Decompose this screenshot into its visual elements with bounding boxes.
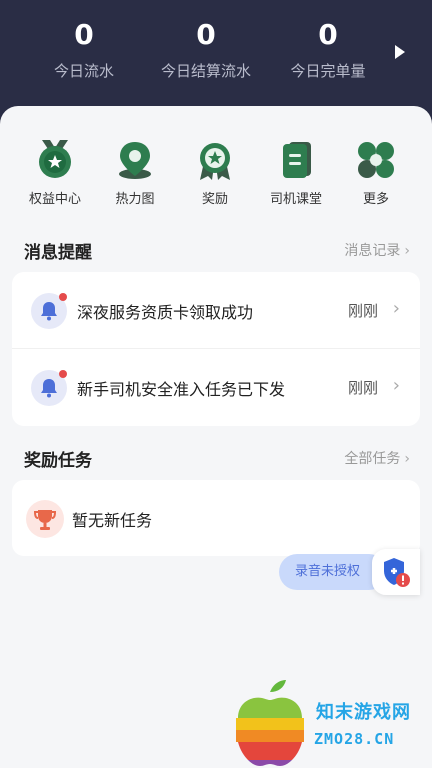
play-arrow-icon[interactable]: [395, 45, 405, 59]
chevron-right-icon: ›: [404, 243, 410, 259]
message-item[interactable]: 新手司机安全准入任务已下发 刚刚 ›: [12, 349, 420, 426]
chevron-right-icon: ›: [392, 298, 400, 319]
safety-shield-button[interactable]: [372, 549, 420, 595]
quick-item-heatmap[interactable]: 热力图: [95, 140, 175, 207]
stat-today-revenue[interactable]: 0 今日流水: [14, 18, 154, 81]
stat-today-orders[interactable]: 0 今日完单量: [258, 18, 398, 81]
quick-item-rewards[interactable]: 奖励: [175, 140, 255, 207]
message-text: 深夜服务资质卡领取成功: [77, 303, 254, 322]
stat-label: 今日完单量: [290, 62, 366, 80]
quick-item-label: 权益中心: [28, 192, 81, 207]
message-history-label: 消息记录: [344, 243, 401, 259]
messages-card: 深夜服务资质卡领取成功 刚刚 › 新手司机安全准入任务已下发 刚刚 ›: [12, 272, 420, 426]
chevron-right-icon: ›: [392, 375, 400, 396]
tasks-card: 暂无新任务: [12, 480, 420, 556]
map-pin-icon: [114, 140, 156, 180]
message-history-link[interactable]: 消息记录 ›: [344, 240, 410, 260]
main-sheet: 权益中心 热力图 奖励 司机课堂 更多 消息提醒 消息记录 › 深夜服务资质卡领…: [0, 106, 432, 768]
unread-dot: [59, 370, 67, 378]
no-tasks-text: 暂无新任务: [72, 511, 153, 530]
quick-item-more[interactable]: 更多: [336, 140, 416, 207]
quick-actions: 权益中心 热力图 奖励 司机课堂 更多: [0, 140, 432, 220]
quick-item-label: 热力图: [115, 192, 155, 207]
site-watermark: 知末游戏网 ZMO28.CN: [228, 676, 432, 768]
quick-item-driver-class[interactable]: 司机课堂: [256, 140, 336, 207]
stat-label: 今日流水: [53, 62, 114, 80]
apple-logo-icon: [236, 680, 304, 766]
quick-item-label: 司机课堂: [269, 192, 322, 207]
all-tasks-label: 全部任务: [344, 451, 401, 467]
quick-item-benefits[interactable]: 权益中心: [15, 140, 95, 207]
watermark-name: 知末游戏网: [316, 702, 411, 723]
recording-label: 录音未授权: [295, 564, 361, 579]
award-star-icon: [194, 140, 236, 180]
stat-label: 今日结算流水: [160, 62, 251, 80]
more-grid-icon: [355, 140, 397, 180]
quick-item-label: 奖励: [201, 192, 228, 207]
message-text: 新手司机安全准入任务已下发: [77, 380, 286, 399]
tasks-title: 奖励任务: [24, 451, 92, 471]
book-icon: [275, 140, 317, 180]
message-time: 刚刚: [347, 379, 378, 397]
all-tasks-link[interactable]: 全部任务 ›: [344, 448, 410, 468]
messages-title: 消息提醒: [24, 243, 92, 263]
quick-item-label: 更多: [362, 192, 389, 207]
stat-value: 0: [318, 18, 338, 51]
stat-value: 0: [74, 18, 94, 51]
watermark-url: ZMO28.CN: [314, 730, 395, 748]
stat-today-settled[interactable]: 0 今日结算流水: [136, 18, 276, 81]
medal-star-icon: [34, 140, 76, 180]
chevron-right-icon: ›: [404, 451, 410, 467]
unread-dot: [59, 293, 67, 301]
bell-icon: [31, 293, 67, 329]
trophy-icon: [26, 500, 64, 538]
message-time: 刚刚: [347, 302, 378, 320]
shield-alert-icon: [384, 558, 410, 587]
recording-permission-button[interactable]: 录音未授权: [279, 554, 387, 590]
bell-icon: [31, 370, 67, 406]
message-item[interactable]: 深夜服务资质卡领取成功 刚刚 ›: [12, 272, 420, 349]
stat-value: 0: [196, 18, 216, 51]
